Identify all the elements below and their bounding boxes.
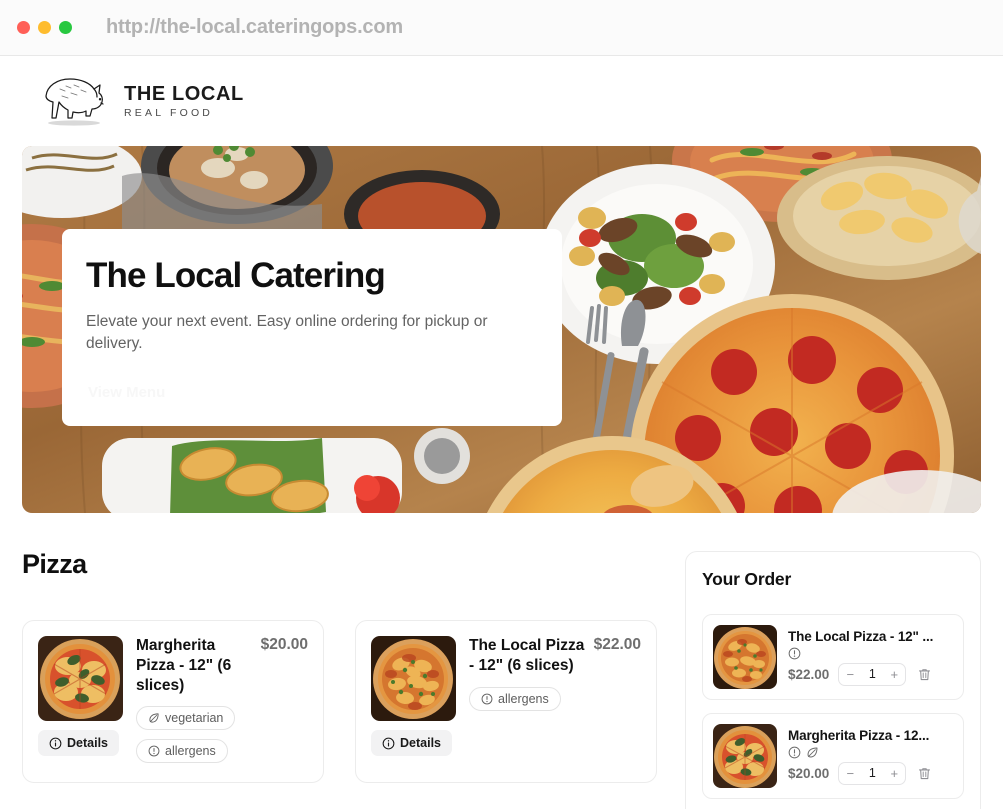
tag-vegetarian[interactable]: vegetarian	[136, 706, 236, 731]
product-price: $22.00	[593, 636, 641, 653]
product-grid: Details Margherita Pizza - 12" (6 slices…	[22, 620, 657, 783]
order-item-controls: $20.00 − 1 +	[788, 761, 953, 785]
window-traffic-lights	[17, 21, 72, 34]
browser-chrome: http://the-local.cateringops.com	[0, 0, 1003, 56]
tag-label: allergens	[165, 744, 216, 759]
trash-icon	[917, 766, 932, 781]
brand-subtitle: REAL FOOD	[124, 106, 214, 119]
page-body: THE LOCAL REAL FOOD The Local Catering E…	[0, 56, 1003, 809]
info-circle-icon	[49, 737, 62, 750]
hero-content-card: The Local Catering Elevate your next eve…	[62, 229, 562, 426]
order-item-price: $20.00	[788, 765, 830, 781]
order-item-price: $22.00	[788, 666, 830, 682]
order-line-item: Margherita Pizza - 12... $20.00 − 1 +	[702, 713, 964, 799]
close-window-button[interactable]	[17, 21, 30, 34]
product-details-button[interactable]: Details	[371, 730, 452, 756]
quantity-value: 1	[868, 766, 876, 780]
order-item-icons	[788, 746, 953, 760]
order-item-icons	[788, 647, 953, 661]
minimize-window-button[interactable]	[38, 21, 51, 34]
increment-quantity-button[interactable]: +	[883, 664, 905, 685]
alert-circle-icon	[788, 746, 801, 759]
order-item-name: The Local Pizza - 12" ...	[788, 628, 934, 644]
order-item-thumbnail	[713, 724, 777, 788]
product-tag-list: allergens	[469, 686, 641, 711]
product-card[interactable]: Details Margherita Pizza - 12" (6 slices…	[22, 620, 324, 783]
product-thumbnail[interactable]	[38, 636, 123, 721]
hero-title: The Local Catering	[86, 256, 386, 295]
leaf-icon	[148, 712, 160, 724]
order-item-thumbnail	[713, 625, 777, 689]
product-media-column: Details	[371, 636, 456, 767]
order-item-controls: $22.00 − 1 +	[788, 662, 953, 686]
tag-label: vegetarian	[165, 711, 224, 726]
hero-banner: The Local Catering Elevate your next eve…	[22, 146, 981, 513]
order-item-name: Margherita Pizza - 12...	[788, 727, 930, 743]
tag-label: allergens	[498, 691, 549, 706]
quantity-stepper[interactable]: − 1 +	[838, 761, 907, 785]
tag-allergens[interactable]: allergens	[469, 686, 561, 711]
site-header: THE LOCAL REAL FOOD	[0, 56, 1003, 146]
order-item-body: The Local Pizza - 12" ... $22.00 − 1 +	[788, 629, 953, 686]
product-header: Margherita Pizza - 12" (6 slices) $20.00	[136, 636, 308, 695]
product-details-label: Details	[400, 736, 441, 750]
product-name: The Local Pizza - 12" (6 slices)	[469, 637, 585, 674]
address-bar[interactable]: http://the-local.cateringops.com	[106, 16, 403, 39]
product-info: The Local Pizza - 12" (6 slices) $22.00	[469, 636, 641, 767]
product-details-button[interactable]: Details	[38, 730, 119, 756]
alert-circle-icon	[148, 745, 160, 757]
brand-wordmark: THE LOCAL REAL FOOD	[124, 82, 244, 119]
section-title-pizza: Pizza	[22, 549, 87, 579]
order-panel: Your Order The Local Pizza - 12" ... $22…	[685, 551, 981, 809]
main-content: Pizza Details Margherita Pizza - 12" (6 …	[0, 549, 1003, 809]
product-media-column: Details	[38, 636, 123, 767]
quantity-stepper[interactable]: − 1 +	[838, 662, 907, 686]
trash-icon	[917, 667, 932, 682]
decrement-quantity-button[interactable]: −	[839, 763, 861, 784]
alert-circle-icon	[788, 647, 801, 660]
product-header: The Local Pizza - 12" (6 slices) $22.00	[469, 636, 641, 676]
product-name: Margherita Pizza - 12" (6 slices)	[136, 637, 232, 694]
info-circle-icon	[382, 737, 395, 750]
remove-item-button[interactable]	[915, 764, 934, 783]
order-panel-title: Your Order	[702, 569, 792, 589]
hero-subtitle: Elevate your next event. Easy online ord…	[86, 312, 488, 353]
product-thumbnail[interactable]	[371, 636, 456, 721]
product-info: Margherita Pizza - 12" (6 slices) $20.00	[136, 636, 308, 767]
product-price: $20.00	[260, 636, 308, 653]
menu-column: Pizza Details Margherita Pizza - 12" (6 …	[22, 549, 657, 783]
alert-circle-icon	[481, 693, 493, 705]
maximize-window-button[interactable]	[59, 21, 72, 34]
tag-allergens[interactable]: allergens	[136, 739, 228, 764]
view-menu-button[interactable]: View Menu	[86, 382, 167, 403]
pig-logo-icon	[40, 72, 114, 130]
product-tag-list: vegetarian allergens	[136, 706, 308, 764]
product-card[interactable]: Details The Local Pizza - 12" (6 slices)…	[355, 620, 657, 783]
product-details-label: Details	[67, 736, 108, 750]
quantity-value: 1	[868, 667, 876, 681]
decrement-quantity-button[interactable]: −	[839, 664, 861, 685]
increment-quantity-button[interactable]: +	[883, 763, 905, 784]
order-line-item: The Local Pizza - 12" ... $22.00 − 1 +	[702, 614, 964, 700]
order-item-body: Margherita Pizza - 12... $20.00 − 1 +	[788, 728, 953, 785]
brand-logo[interactable]: THE LOCAL REAL FOOD	[40, 72, 244, 130]
remove-item-button[interactable]	[915, 665, 934, 684]
leaf-icon	[806, 746, 819, 759]
brand-title: THE LOCAL	[124, 82, 244, 105]
